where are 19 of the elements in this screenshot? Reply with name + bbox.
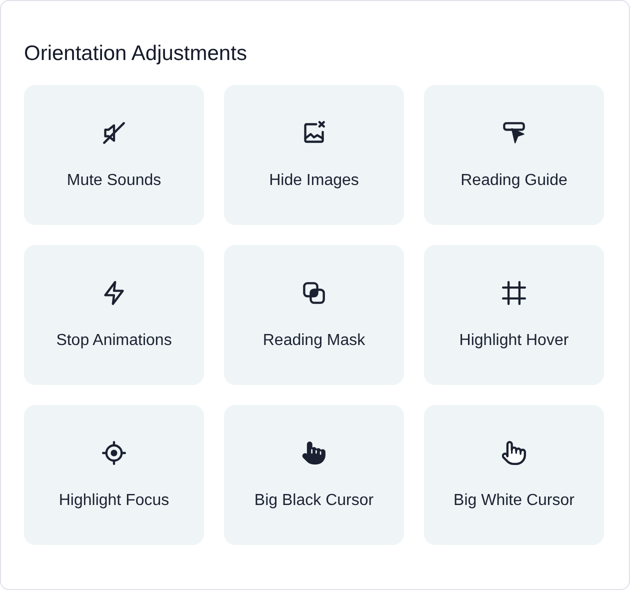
option-tile[interactable]: Mute Sounds <box>24 85 204 225</box>
option-tile[interactable]: Big White Cursor <box>424 405 604 545</box>
hand-pointer-icon <box>502 441 526 465</box>
section-title: Orientation Adjustments <box>24 41 248 67</box>
lightning-icon <box>102 281 126 305</box>
option-tile[interactable]: Hide Images <box>224 85 404 225</box>
speaker-muted-icon <box>102 121 126 145</box>
option-tile[interactable]: Stop Animations <box>24 245 204 385</box>
guide-cursor-icon <box>502 121 526 145</box>
frame-icon <box>502 281 526 305</box>
overlapping-squares-icon <box>302 281 326 305</box>
option-tile[interactable]: Big Black Cursor <box>224 405 404 545</box>
option-tile[interactable]: Highlight Hover <box>424 245 604 385</box>
option-tile[interactable]: Highlight Focus <box>24 405 204 545</box>
option-tile[interactable]: Reading Mask <box>224 245 404 385</box>
hand-pointer-icon <box>302 441 326 465</box>
option-tile[interactable]: Reading Guide <box>424 85 604 225</box>
image-off-icon <box>302 121 326 145</box>
crosshair-icon <box>102 441 126 465</box>
